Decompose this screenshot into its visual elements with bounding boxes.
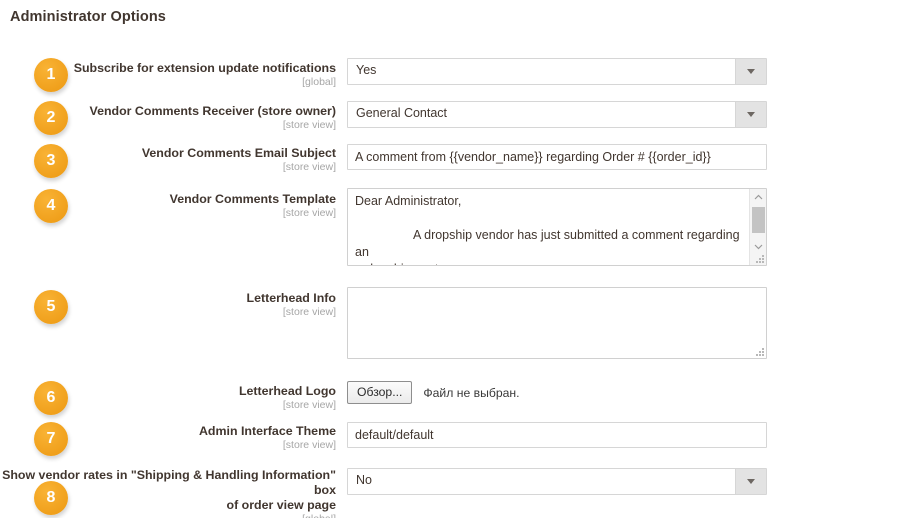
input-admin-theme[interactable] [347, 422, 767, 448]
field-admin-theme [347, 422, 767, 448]
field-comments-template: Dear Administrator, A dropship vendor has… [347, 188, 767, 266]
field-letterhead-logo: Обзор... Файл не выбран. [347, 381, 520, 404]
select-value: General Contact [356, 106, 448, 120]
select-value: No [356, 473, 372, 487]
textarea-scrollbar[interactable] [749, 189, 766, 265]
field-comments-receiver: General Contact [347, 101, 767, 128]
browse-button[interactable]: Обзор... [347, 381, 413, 404]
step-badge-6: 6 [34, 381, 68, 415]
file-input-letterhead-logo[interactable]: Обзор... Файл не выбран. [347, 381, 520, 404]
scrollbar-thumb[interactable] [752, 207, 765, 233]
step-badge-1: 1 [34, 58, 68, 92]
scroll-up-icon[interactable] [750, 189, 766, 205]
file-status-text: Файл не выбран. [423, 385, 520, 400]
input-email-subject[interactable] [347, 144, 767, 170]
resize-grip-icon[interactable] [755, 347, 764, 356]
select-show-vendor-rates[interactable]: No [347, 468, 767, 495]
template-line-2: A dropship vendor has just submitted a c… [355, 228, 744, 259]
field-show-vendor-rates: No [347, 468, 767, 495]
step-badge-7: 7 [34, 422, 68, 456]
template-line-3: order shipment. [355, 262, 442, 265]
select-value: Yes [356, 63, 377, 77]
select-comments-receiver[interactable]: General Contact [347, 101, 767, 128]
field-subscribe-updates: Yes [347, 58, 767, 85]
step-badge-2: 2 [34, 101, 68, 135]
step-badge-3: 3 [34, 144, 68, 178]
template-line-1: Dear Administrator, [355, 194, 462, 208]
select-subscribe-updates[interactable]: Yes [347, 58, 767, 85]
textarea-content: Dear Administrator, A dropship vendor has… [355, 193, 744, 265]
field-letterhead-info [347, 287, 767, 359]
chevron-down-icon[interactable] [735, 59, 766, 84]
step-badge-8: 8 [34, 481, 68, 515]
textarea-letterhead-info[interactable] [347, 287, 767, 359]
admin-options-panel: Administrator Options 1 Subscribe for ex… [0, 0, 900, 518]
step-badge-5: 5 [34, 290, 68, 324]
field-email-subject [347, 144, 767, 170]
scroll-down-icon[interactable] [750, 239, 766, 255]
chevron-down-icon[interactable] [735, 469, 766, 494]
step-badge-4: 4 [34, 189, 68, 223]
textarea-clipped-line: . . [355, 257, 742, 262]
chevron-down-icon[interactable] [735, 102, 766, 127]
page-title: Administrator Options [10, 9, 166, 25]
textarea-comments-template[interactable]: Dear Administrator, A dropship vendor has… [347, 188, 767, 266]
